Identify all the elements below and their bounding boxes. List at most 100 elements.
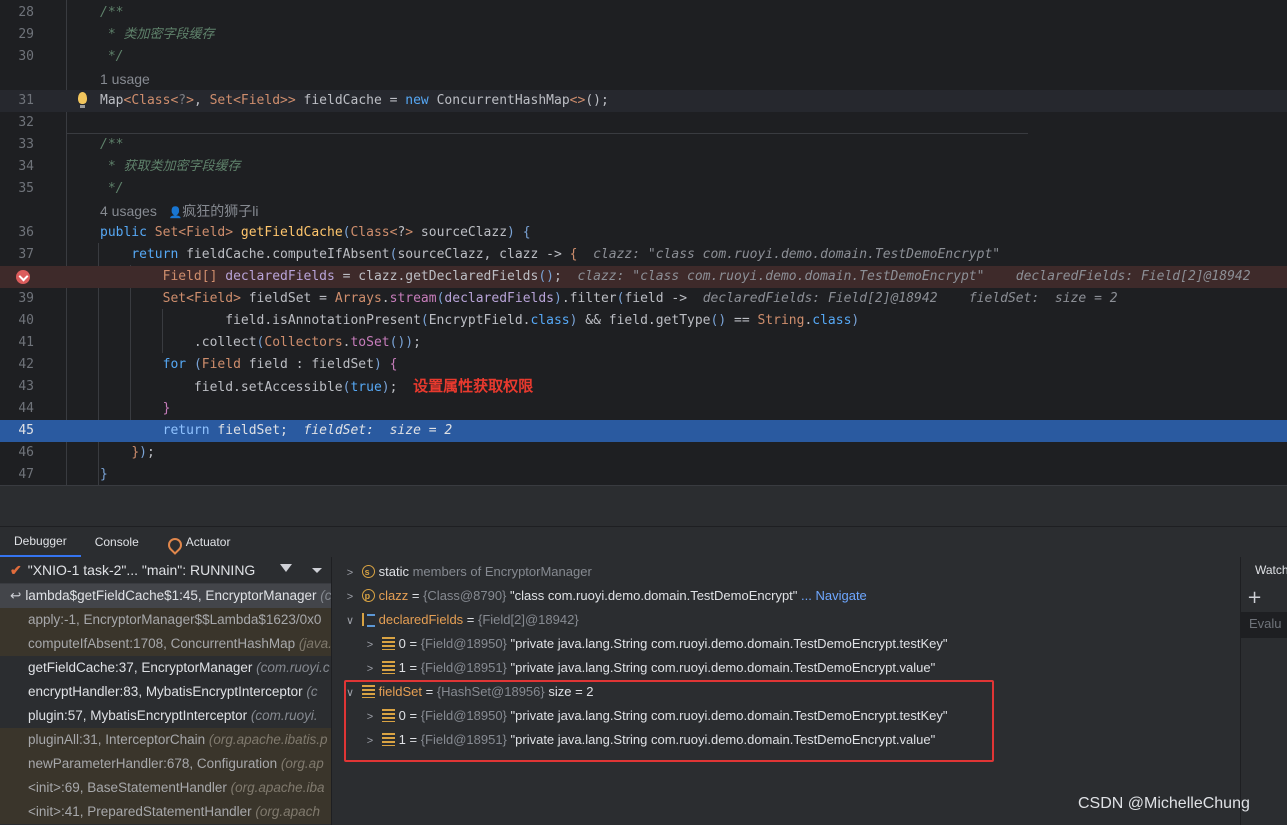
code-line-32[interactable]: 32: [0, 112, 1287, 134]
usage-hint[interactable]: 1 usage: [0, 68, 1287, 90]
frame-item[interactable]: newParameterHandler:678, Configuration (…: [0, 752, 331, 776]
code-line-46[interactable]: 46 });: [0, 442, 1287, 464]
code-line-31[interactable]: 31 Map<Class<?>, Set<Field>> fieldCache …: [0, 90, 1287, 112]
frame-item[interactable]: ↩ lambda$getFieldCache$1:45, EncryptorMan…: [0, 584, 331, 608]
line-number: 37: [18, 247, 34, 262]
code-line-40[interactable]: 40 field.isAnnotationPresent(EncryptFiel…: [0, 310, 1287, 332]
watches-pane[interactable]: Watch + Evalu: [1240, 557, 1287, 825]
code-text: });: [131, 445, 155, 460]
frame-method: getFieldCache:37, EncryptorManager: [28, 660, 253, 675]
chevron-down-icon[interactable]: [312, 568, 322, 573]
frame-method: <init>:69, BaseStatementHandler: [28, 780, 227, 795]
code-text: */: [100, 49, 124, 64]
chevron-down-icon[interactable]: ∨: [342, 609, 358, 633]
actuator-icon: [167, 535, 181, 549]
var-value: "private java.lang.String com.ruoyi.demo…: [510, 660, 936, 675]
usage-hint[interactable]: 4 usages 👤疯狂的狮子li: [0, 200, 1287, 222]
code-line-44[interactable]: 44 }: [0, 398, 1287, 420]
frame-item[interactable]: encryptHandler:83, MybatisEncryptInterce…: [0, 680, 331, 704]
line-number: 44: [18, 401, 34, 416]
chevron-right-icon[interactable]: >: [342, 561, 358, 585]
inlay-value: fieldSet: size = 2: [303, 423, 453, 438]
chevron-right-icon[interactable]: >: [362, 657, 378, 681]
tab-debugger[interactable]: Debugger: [0, 527, 81, 557]
tab-actuator[interactable]: Actuator: [153, 527, 245, 557]
frame-item[interactable]: getFieldCache:37, EncryptorManager (com.…: [0, 656, 331, 680]
code-line-33[interactable]: 33 /**: [0, 134, 1287, 156]
var-declaredFields-1[interactable]: > 1 = {Field@18951} "private java.lang.S…: [362, 656, 935, 680]
code-text: field.isAnnotationPresent(EncryptField.c…: [100, 313, 860, 328]
frame-item[interactable]: <init>:41, PreparedStatementHandler (org…: [0, 800, 331, 824]
parameter-icon: [361, 584, 375, 608]
code-text: return fieldSet; fieldSet: size = 2: [162, 423, 453, 438]
code-text: /**: [100, 137, 124, 152]
frame-item[interactable]: apply:-1, EncryptorManager$$Lambda$1623/…: [0, 608, 331, 632]
frames-pane[interactable]: ✔ "XNIO-1 task-2"... "main": RUNNING ↩ la…: [0, 557, 332, 825]
line-number: 28: [18, 5, 34, 20]
navigate-link[interactable]: ... Navigate: [801, 588, 867, 603]
chevron-right-icon[interactable]: >: [362, 633, 378, 657]
line-number: 36: [18, 225, 34, 240]
lightbulb-icon[interactable]: [78, 92, 87, 108]
inlay-value: clazz: "class com.ruoyi.demo.domain.Test…: [593, 247, 1001, 262]
var-clazz[interactable]: > clazz = {Class@8790} "class com.ruoyi.…: [342, 584, 867, 608]
frame-method: encryptHandler:83, MybatisEncryptInterce…: [28, 684, 303, 699]
var-type: {Field[2]@18942}: [478, 612, 579, 627]
var-name: static: [378, 564, 409, 579]
chevron-right-icon[interactable]: >: [342, 585, 358, 609]
code-line-47[interactable]: 47 }: [0, 464, 1287, 485]
code-line-35[interactable]: 35 */: [0, 178, 1287, 200]
frame-item[interactable]: plugin:57, MybatisEncryptInterceptor (co…: [0, 704, 331, 728]
frame-package: (com.ruoyi.: [250, 708, 318, 723]
code-text: Map<Class<?>, Set<Field>> fieldCache = n…: [100, 93, 609, 108]
filter-icon[interactable]: [280, 564, 292, 576]
var-declaredFields-0[interactable]: > 0 = {Field@18950} "private java.lang.S…: [362, 632, 948, 656]
frame-package: (org.ap: [280, 756, 324, 771]
var-name: clazz: [378, 588, 409, 603]
code-line-30[interactable]: 30 */: [0, 46, 1287, 68]
code-text: field.setAccessible(true); 设置属性获取权限: [100, 378, 534, 395]
code-text: Set<Field> fieldSet = Arrays.stream(decl…: [162, 291, 1118, 306]
line-number: 39: [18, 291, 34, 306]
code-text: }: [162, 401, 171, 416]
line-number: 35: [18, 181, 34, 196]
frame-item[interactable]: <init>:69, BaseStatementHandler (org.apa…: [0, 776, 331, 800]
code-line-39[interactable]: 39 Set<Field> fieldSet = Arrays.stream(d…: [0, 288, 1287, 310]
frame-package: (com.ruoyi: [320, 588, 331, 603]
author-icon: 👤: [168, 207, 183, 219]
code-line-29[interactable]: 29 * 类加密字段缓存: [0, 24, 1287, 46]
usage-count[interactable]: 4 usages 👤疯狂的狮子li: [100, 200, 258, 224]
tab-console[interactable]: Console: [81, 527, 153, 557]
frame-method: plugin:57, MybatisEncryptInterceptor: [28, 708, 248, 723]
code-editor[interactable]: 28 /** 29 * 类加密字段缓存 30 */ 1 usage 31 Map…: [0, 0, 1287, 485]
frame-item[interactable]: pluginAll:31, InterceptorChain (org.apac…: [0, 728, 331, 752]
evaluate-input[interactable]: Evalu: [1241, 612, 1287, 638]
code-line-36[interactable]: 36 public Set<Field> getFieldCache(Class…: [0, 222, 1287, 244]
code-text: for (Field field : fieldSet) {: [162, 357, 398, 372]
code-line-34[interactable]: 34 * 获取类加密字段缓存: [0, 156, 1287, 178]
author-name: 疯狂的狮子li: [182, 203, 259, 219]
frame-item[interactable]: computeIfAbsent:1708, ConcurrentHashMap …: [0, 632, 331, 656]
usage-count[interactable]: 1 usage: [100, 68, 150, 90]
debugger-panel[interactable]: Debugger Console Actuator ✔ "XNIO-1 task…: [0, 526, 1287, 825]
code-line-45[interactable]: 45 return fieldSet; fieldSet: size = 2: [0, 420, 1287, 442]
code-text: Field[] declaredFields = clazz.getDeclar…: [162, 269, 1251, 284]
code-line-41[interactable]: 41 .collect(Collectors.toSet());: [0, 332, 1287, 354]
code-line-28[interactable]: 28 /**: [0, 2, 1287, 24]
thread-selector[interactable]: ✔ "XNIO-1 task-2"... "main": RUNNING: [0, 557, 331, 584]
var-declaredFields[interactable]: ∨ declaredFields = {Field[2]@18942}: [342, 608, 579, 632]
frame-package: (org.apache.ibatis.p: [208, 732, 328, 747]
breakpoint-icon[interactable]: [16, 270, 30, 284]
code-line-42[interactable]: 42 for (Field field : fieldSet) {: [0, 354, 1287, 376]
code-line-38[interactable]: 38 Field[] declaredFields = clazz.getDec…: [0, 266, 1287, 288]
line-number: 34: [18, 159, 34, 174]
field-icon: [381, 661, 395, 674]
code-line-43[interactable]: 43 field.setAccessible(true); 设置属性获取权限: [0, 376, 1287, 398]
var-static[interactable]: > static members of EncryptorManager: [342, 560, 592, 584]
static-icon: [361, 560, 375, 584]
line-number: 31: [18, 93, 34, 108]
var-name: 0: [398, 636, 406, 651]
add-watch-icon[interactable]: +: [1247, 587, 1262, 608]
line-number: 43: [18, 379, 34, 394]
code-line-37[interactable]: 37 return fieldCache.computeIfAbsent(sou…: [0, 244, 1287, 266]
